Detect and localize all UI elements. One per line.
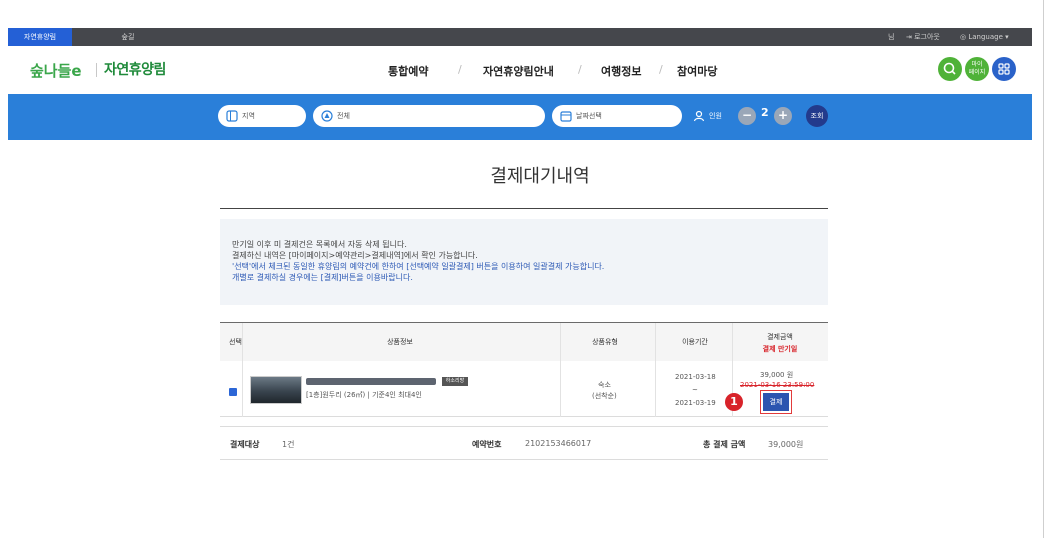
user-greeting: 님 — [888, 33, 895, 41]
pay-button[interactable]: 결제 — [760, 390, 792, 414]
nav-community[interactable]: 참여마당 — [677, 63, 717, 79]
th-type: 상품유형 — [592, 338, 618, 346]
room-detail: [1층]원두리 (26㎡) | 기준4인 최대4인 — [306, 391, 422, 399]
top-utility-bar: 자연휴양림 숲길 님 ⇥ 로그아웃 ◎ Language ▾ — [8, 28, 1032, 46]
column-divider — [242, 361, 243, 417]
guests-label: 인원 — [709, 112, 722, 120]
region-label: 지역 — [242, 112, 255, 120]
forest-select[interactable]: 전체 — [313, 105, 545, 127]
column-divider — [655, 323, 656, 361]
target-label: 결제대상 — [230, 440, 260, 449]
site-header: 숲나들e 자연휴양림 통합예약 / 자연휴양림안내 / 여행정보 / 참여마당 … — [8, 46, 1032, 94]
column-divider — [242, 323, 243, 361]
type-line1: 숙소 — [598, 381, 611, 389]
product-tag: 하소리방 — [442, 377, 468, 386]
step-badge: 1 — [725, 393, 743, 411]
person-icon — [693, 110, 705, 122]
target-value: 1건 — [282, 440, 295, 449]
logo-text[interactable]: 자연휴양림 — [104, 59, 166, 79]
th-select: 선택 — [229, 338, 242, 346]
nav-travel-info[interactable]: 여행정보 — [601, 63, 641, 79]
th-due: 결제 만기일 — [762, 345, 798, 353]
forest-label: 전체 — [337, 112, 350, 120]
column-divider — [732, 323, 733, 361]
nav-reservation[interactable]: 통합예약 — [388, 63, 428, 79]
tab-forest[interactable]: 자연휴양림 — [8, 28, 72, 46]
end-date: 2021-03-19 — [675, 399, 716, 407]
mypage-button[interactable]: 마이 페이지 — [965, 57, 989, 81]
price: 39,000 원 — [760, 371, 794, 379]
column-divider — [560, 361, 561, 417]
logo-divider — [96, 63, 97, 77]
reservation-label: 예약번호 — [472, 440, 502, 449]
search-icon[interactable] — [938, 57, 962, 81]
th-period: 이용기간 — [682, 338, 708, 346]
guests-count: 2 — [761, 106, 769, 119]
notice-line: 만기일 이후 미 결제건은 목록에서 자동 삭제 됩니다. — [232, 240, 407, 249]
column-divider — [655, 361, 656, 417]
page-title: 결제대기내역 — [490, 166, 590, 187]
menu-grid-icon[interactable] — [992, 57, 1016, 81]
title-divider — [220, 208, 828, 209]
payment-summary: 결제대상 1건 예약번호 2102153466017 총 결제 금액 39,00… — [220, 426, 828, 460]
region-select[interactable]: 지역 — [218, 105, 306, 127]
site-logo[interactable]: 숲나들e — [30, 59, 88, 81]
language-selector[interactable]: ◎ Language ▾ — [960, 28, 1009, 46]
forest-icon — [321, 110, 333, 122]
window-edge — [1043, 0, 1044, 538]
notice-line: 개별로 결제하실 경우에는 [결제]버튼을 이용바랍니다. — [232, 273, 413, 282]
calendar-icon — [560, 111, 572, 122]
column-divider — [560, 323, 561, 361]
mypage-label: 마이 페이지 — [968, 61, 986, 76]
select-checkbox[interactable] — [229, 388, 237, 402]
logout-icon: ⇥ — [906, 33, 915, 41]
start-date: 2021-03-18 — [675, 373, 716, 381]
reservation-value: 2102153466017 — [525, 439, 592, 448]
language-label: Language — [968, 33, 1003, 41]
type-line2: (선착순) — [592, 392, 617, 400]
map-icon — [226, 110, 238, 122]
page: 자연휴양림 숲길 님 ⇥ 로그아웃 ◎ Language ▾ 숲나들e 자연휴양… — [0, 0, 1056, 538]
total-label: 총 결제 금액 — [703, 440, 746, 449]
caret-down-icon: ▾ — [1002, 33, 1009, 41]
logout-label: 로그아웃 — [914, 33, 940, 41]
table-row: 하소리방 [1층]원두리 (26㎡) | 기준4인 최대4인 숙소 (선착순) … — [220, 361, 828, 417]
redacted-product-name — [306, 378, 436, 385]
th-product: 상품정보 — [387, 338, 413, 346]
search-submit-button[interactable]: 조회 — [806, 105, 828, 127]
guests-minus-button[interactable]: − — [738, 107, 756, 125]
tab-trail[interactable]: 숲길 — [108, 28, 148, 46]
logout-link[interactable]: ⇥ 로그아웃 — [906, 28, 940, 46]
product-thumbnail[interactable] — [250, 376, 302, 404]
total-value: 39,000원 — [768, 440, 804, 449]
nav-separator: / — [458, 63, 462, 76]
date-select[interactable]: 날짜선택 — [552, 105, 682, 127]
table-header: 선택 상품정보 상품유형 이용기간 결제금액 결제 만기일 — [220, 323, 828, 361]
nav-separator: / — [659, 63, 663, 76]
date-separator: ~ — [692, 386, 698, 394]
notice-line: 결제하신 내역은 [마이페이지>예약관리>결제내역]에서 확인 가능합니다. — [232, 251, 478, 260]
nav-separator: / — [578, 63, 582, 76]
th-amount: 결제금액 — [767, 333, 793, 341]
notice-line: '선택'에서 체크된 동일한 휴양림의 예약건에 한하여 [선택예약 일괄결제]… — [232, 262, 605, 271]
guests-plus-button[interactable]: + — [774, 107, 792, 125]
date-label: 날짜선택 — [576, 112, 602, 120]
notice-box: 만기일 이후 미 결제건은 목록에서 자동 삭제 됩니다. 결제하신 내역은 [… — [220, 219, 828, 305]
search-band: 지역 전체 날짜선택 인원 − 2 + 조회 — [8, 94, 1032, 140]
logo-mark-text: 숲나들e — [30, 62, 82, 80]
due-date: 2021-03-16 23:59:00 — [740, 381, 815, 389]
nav-forest-info[interactable]: 자연휴양림안내 — [483, 63, 554, 79]
